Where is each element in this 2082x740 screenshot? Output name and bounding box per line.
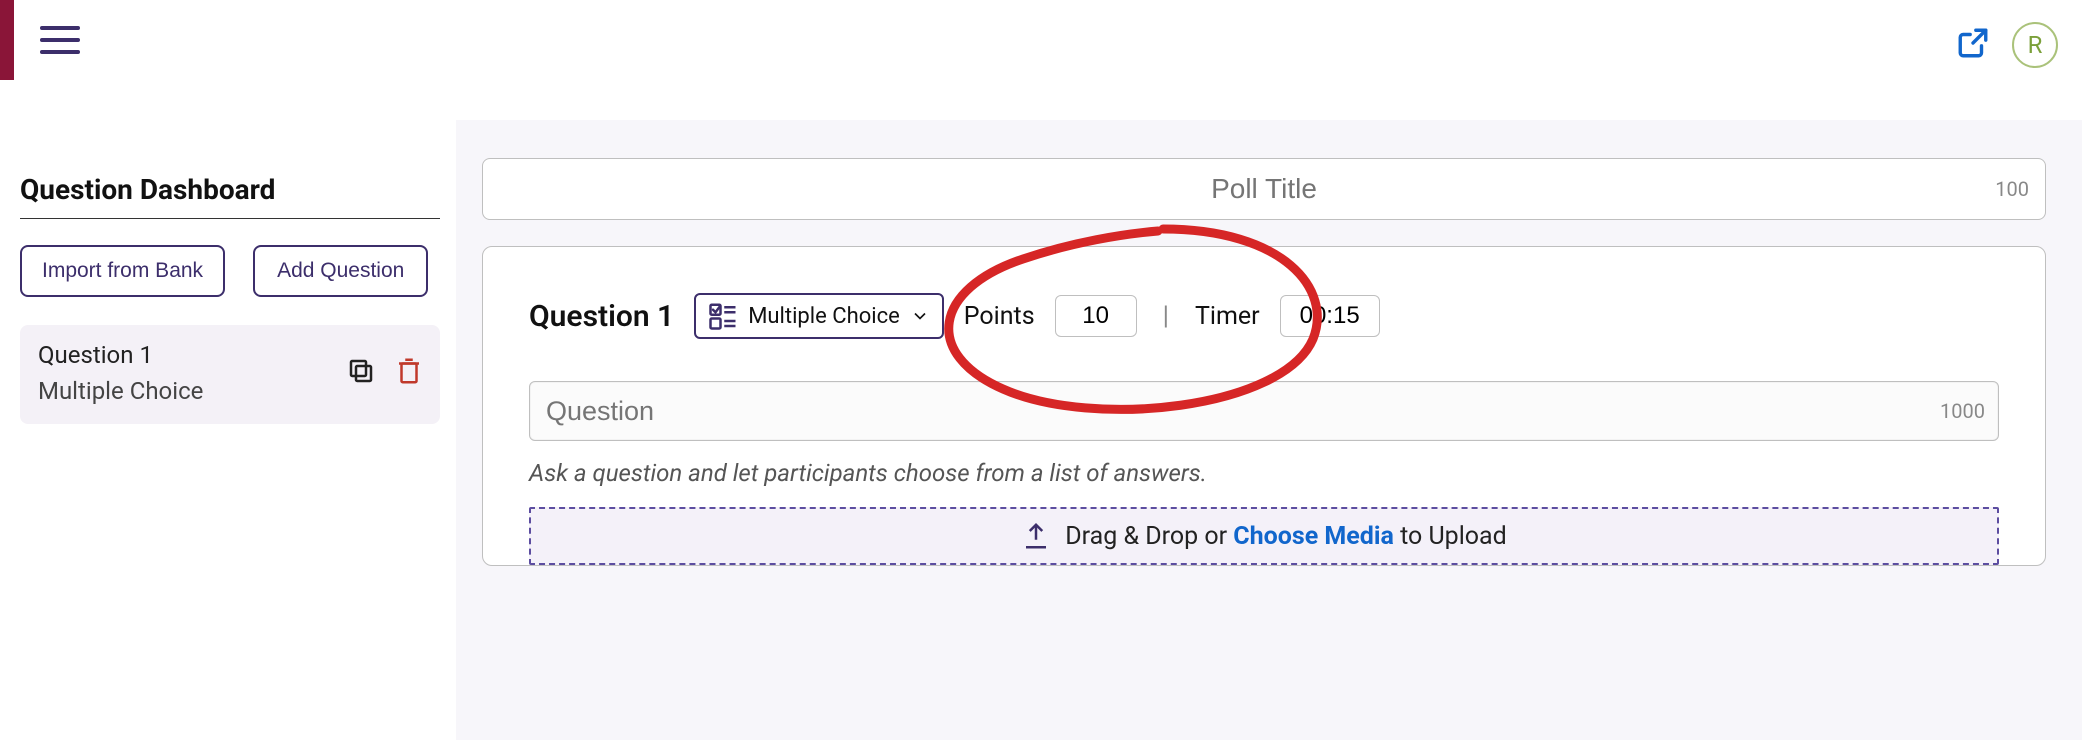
trash-icon[interactable] (394, 354, 424, 392)
question-type-dropdown[interactable]: Multiple Choice (694, 293, 944, 339)
editor-panel: 100 Question 1 Multiple Choice Points (456, 120, 2082, 740)
brand-stub (0, 0, 14, 80)
question-type-label: Multiple Choice (748, 304, 900, 329)
question-dashboard-sidebar: Question Dashboard Import from Bank Add … (20, 173, 440, 424)
poll-title-char-counter: 100 (1995, 177, 2029, 201)
points-input[interactable] (1055, 295, 1137, 337)
choose-media-link[interactable]: Choose Media (1233, 522, 1394, 551)
upload-text-post: to Upload (1394, 522, 1507, 551)
upload-text-pre: Drag & Drop or (1065, 522, 1233, 551)
poll-title-field-wrap: 100 (482, 158, 2046, 220)
question-helper-text: Ask a question and let participants choo… (529, 459, 1999, 487)
avatar-initial: R (2028, 31, 2043, 59)
timer-input[interactable] (1280, 295, 1380, 337)
chevron-down-icon (910, 306, 930, 326)
multiple-choice-icon (708, 301, 738, 331)
add-question-button[interactable]: Add Question (253, 245, 428, 297)
question-list-item-title: Question 1 (38, 339, 203, 371)
question-text-input[interactable] (529, 381, 1999, 441)
timer-label: Timer (1195, 302, 1260, 331)
points-label: Points (964, 302, 1035, 331)
dashboard-title: Question Dashboard (20, 173, 440, 219)
separator: | (1157, 301, 1175, 331)
duplicate-icon[interactable] (346, 356, 376, 390)
question-editor-panel: Question 1 Multiple Choice Points | Time… (482, 246, 2046, 566)
avatar[interactable]: R (2012, 22, 2058, 68)
upload-icon (1021, 521, 1051, 551)
hamburger-menu-button[interactable] (40, 26, 80, 54)
media-upload-dropzone[interactable]: Drag & Drop or Choose Media to Upload (529, 507, 1999, 565)
external-link-icon[interactable] (1956, 26, 1990, 64)
import-from-bank-button[interactable]: Import from Bank (20, 245, 225, 297)
question-char-counter: 1000 (1940, 399, 1985, 423)
question-number-label: Question 1 (529, 299, 674, 334)
poll-title-input[interactable] (483, 173, 2045, 205)
question-list-item[interactable]: Question 1 Multiple Choice (20, 325, 440, 424)
question-list-item-subtitle: Multiple Choice (38, 375, 203, 407)
